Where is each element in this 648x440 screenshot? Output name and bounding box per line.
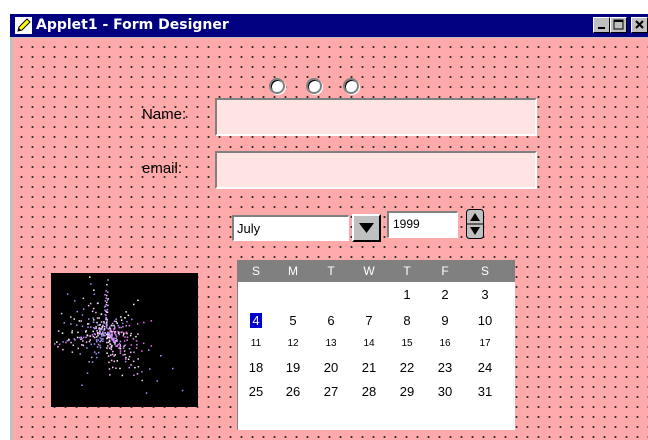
calendar-day[interactable]: 21 <box>354 360 384 375</box>
calendar-day-number: 17 <box>479 338 491 349</box>
calendar-day-selected[interactable]: 4 <box>241 313 271 328</box>
calendar-day[interactable]: 24 <box>470 360 500 375</box>
calendar-day-number: 11 <box>250 338 262 349</box>
title-bar[interactable]: Applet1 - Form Designer <box>10 14 648 37</box>
calendar-day-number: 31 <box>477 384 493 399</box>
calendar-day-number: 30 <box>437 384 453 399</box>
calendar-day[interactable]: 6 <box>316 313 346 328</box>
calendar-day[interactable]: 3 <box>470 287 500 302</box>
calendar-day[interactable]: 10 <box>470 313 500 328</box>
calendar-day[interactable]: 8 <box>392 313 422 328</box>
calendar-weekday-header: S M T W T F S <box>238 261 515 282</box>
maximize-button[interactable] <box>610 17 627 33</box>
calendar-day-number: 7 <box>365 313 373 328</box>
calendar-day[interactable]: 19 <box>278 360 308 375</box>
calendar-day-number: 3 <box>481 287 489 302</box>
calendar-day-number: 4 <box>250 313 262 328</box>
close-button[interactable] <box>631 17 648 33</box>
calendar-day-number: 22 <box>399 360 415 375</box>
minimize-icon <box>598 27 605 29</box>
calendar-day-number: 12 <box>287 338 299 349</box>
radio-button-3[interactable] <box>343 78 359 94</box>
spinner-arrows-icon[interactable] <box>466 209 484 239</box>
year-field-value: 1999 <box>393 217 420 231</box>
weekday-label: M <box>288 264 298 278</box>
calendar-day[interactable]: 17 <box>470 338 500 349</box>
calendar-day-number: 18 <box>248 360 264 375</box>
calendar-day-number: 27 <box>323 384 339 399</box>
calendar-day[interactable]: 7 <box>354 313 384 328</box>
window-title: Applet1 - Form Designer <box>36 17 229 33</box>
weekday-label: W <box>363 264 375 278</box>
form-designer-window: Applet1 - Form Designer Name: email: Jul… <box>10 14 648 440</box>
radio-button-2[interactable] <box>306 78 322 94</box>
calendar-day-number: 14 <box>363 338 375 349</box>
calendar-day[interactable]: 20 <box>316 360 346 375</box>
year-field[interactable]: 1999 <box>387 211 458 238</box>
calendar-day[interactable]: 15 <box>392 338 422 349</box>
weekday-label: S <box>480 264 489 278</box>
calendar-day-number: 24 <box>477 360 493 375</box>
calendar-day-number: 9 <box>441 313 449 328</box>
radio-button-1[interactable] <box>269 78 285 94</box>
calendar-day-number: 25 <box>248 384 264 399</box>
weekday-label: F <box>441 264 449 278</box>
weekday-label: T <box>403 264 411 278</box>
weekday-label: T <box>327 264 335 278</box>
calendar-day[interactable]: 1 <box>392 287 422 302</box>
calendar-day-number: 5 <box>289 313 297 328</box>
calendar-day[interactable]: 13 <box>316 338 346 349</box>
calendar-day[interactable]: 11 <box>241 338 271 349</box>
calendar-day-number: 1 <box>403 287 411 302</box>
calendar-day[interactable]: 28 <box>354 384 384 399</box>
calendar-day[interactable]: 2 <box>430 287 460 302</box>
calendar-day-number: 10 <box>477 313 493 328</box>
calendar-day[interactable]: 23 <box>430 360 460 375</box>
calendar-day-number: 6 <box>327 313 335 328</box>
calendar-day[interactable]: 31 <box>470 384 500 399</box>
calendar-day[interactable]: 22 <box>392 360 422 375</box>
weekday-label: S <box>251 264 260 278</box>
triangle-down-icon <box>359 223 374 233</box>
minimize-button[interactable] <box>593 17 610 33</box>
design-canvas[interactable]: Name: email: July 1999 S M T W T F S 1 2… <box>13 38 648 440</box>
calendar-day[interactable]: 26 <box>278 384 308 399</box>
calendar-day-number: 21 <box>361 360 377 375</box>
calendar-day-number: 16 <box>439 338 451 349</box>
fireworks-image <box>47 273 198 407</box>
email-label: email: <box>142 160 183 177</box>
calendar-day[interactable]: 5 <box>278 313 308 328</box>
name-label: Name: <box>142 106 187 123</box>
calendar-day[interactable]: 30 <box>430 384 460 399</box>
calendar-day-number: 28 <box>361 384 377 399</box>
email-field[interactable] <box>215 151 537 189</box>
close-icon <box>635 20 644 29</box>
month-dropdown-button[interactable] <box>352 214 381 242</box>
calendar-day[interactable]: 14 <box>354 338 384 349</box>
month-select-value: July <box>237 221 261 236</box>
calendar-day[interactable]: 16 <box>430 338 460 349</box>
calendar-day-number: 15 <box>401 338 413 349</box>
calendar-day[interactable]: 9 <box>430 313 460 328</box>
calendar-day[interactable]: 27 <box>316 384 346 399</box>
calendar-day-number: 19 <box>285 360 301 375</box>
pencil-icon <box>15 17 32 34</box>
calendar-day-number: 8 <box>403 313 411 328</box>
month-select[interactable]: July <box>232 215 349 241</box>
calendar-day-number: 13 <box>325 338 337 349</box>
calendar-day-number: 26 <box>285 384 301 399</box>
maximize-icon <box>613 19 624 30</box>
calendar-day-number: 20 <box>323 360 339 375</box>
calendar-day-number: 29 <box>399 384 415 399</box>
calendar-day[interactable]: 12 <box>278 338 308 349</box>
calendar-day-number: 23 <box>437 360 453 375</box>
calendar-day[interactable]: 29 <box>392 384 422 399</box>
name-field[interactable] <box>215 98 537 136</box>
calendar: S M T W T F S 1 2 3 4 5 6 7 8 9 10 11 12 13 14 15 16 17 1… <box>237 260 515 430</box>
calendar-day[interactable]: 18 <box>241 360 271 375</box>
calendar-day[interactable]: 25 <box>241 384 271 399</box>
calendar-day-number: 2 <box>441 287 449 302</box>
